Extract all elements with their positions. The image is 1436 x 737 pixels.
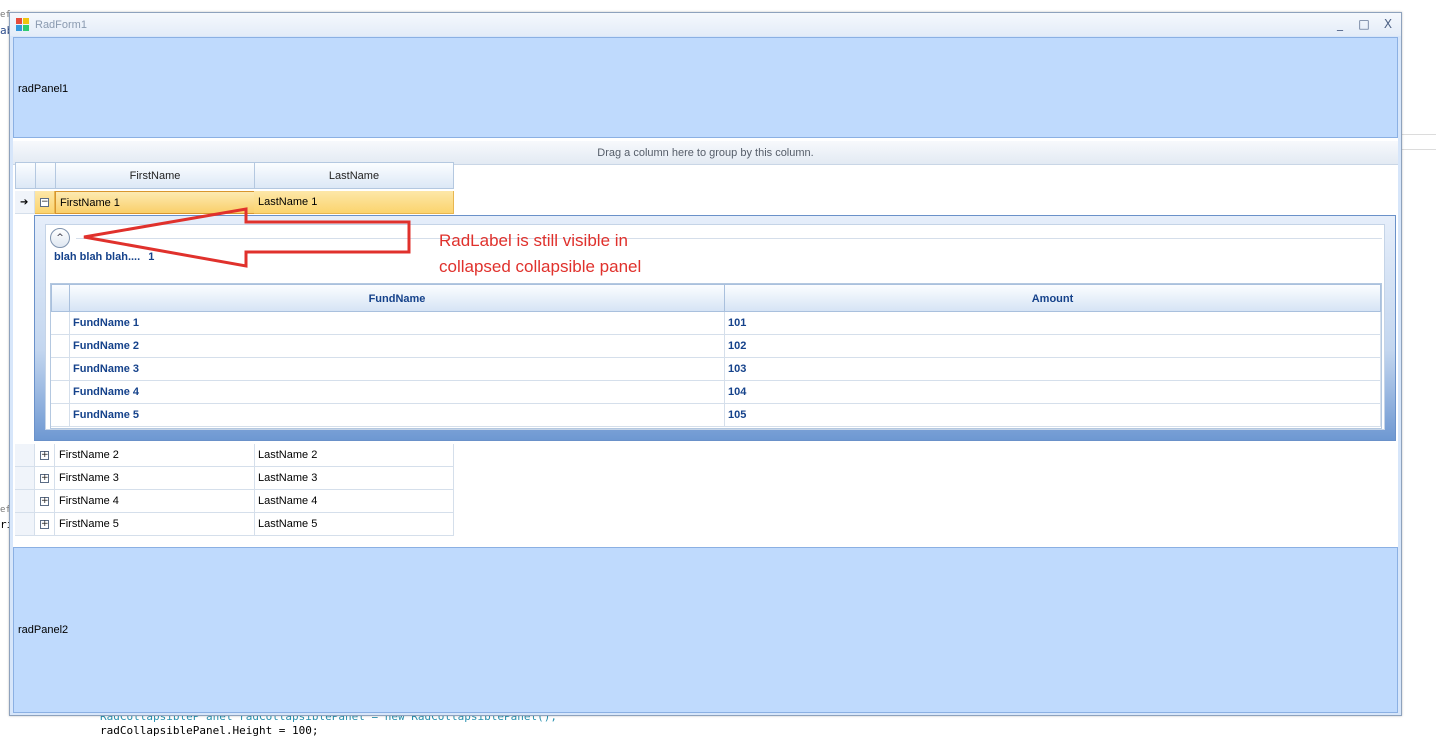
arrow-shape	[83, 207, 411, 268]
annotation-text: RadLabel is still visible in collapsed c…	[439, 231, 642, 276]
screenshot-stage: ef ab ef ri RadCollapsibleP anel radColl…	[0, 0, 1436, 737]
annotation-arrow	[83, 207, 411, 268]
